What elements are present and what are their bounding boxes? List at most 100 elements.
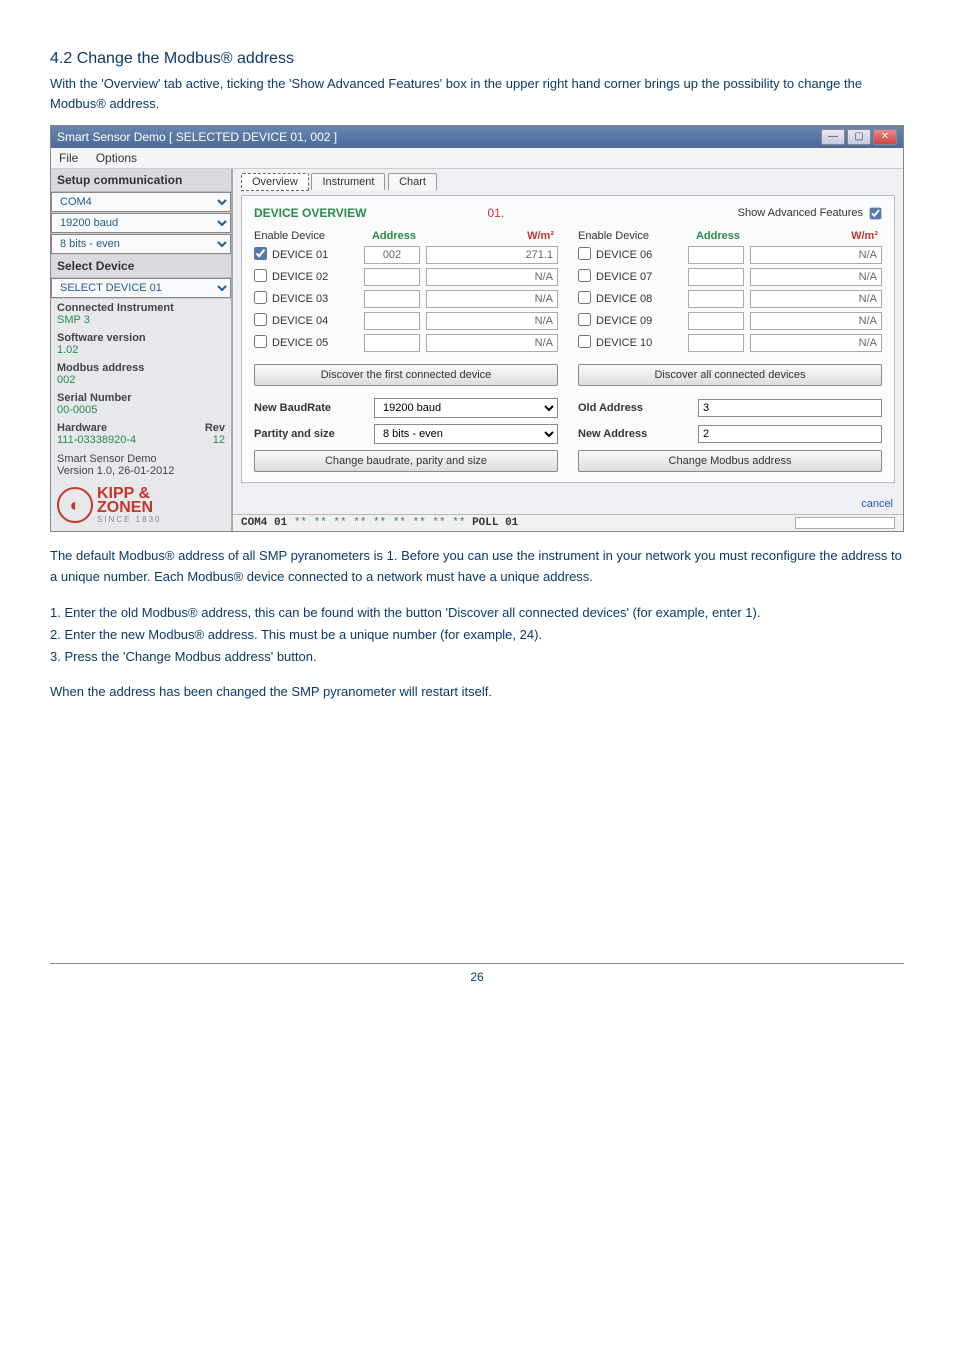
device-address-field[interactable] [364,312,420,330]
tab-overview[interactable]: Overview [241,173,309,191]
maximize-icon[interactable]: ▢ [847,129,871,145]
menubar: File Options [51,148,903,169]
tab-instrument[interactable]: Instrument [311,173,385,190]
device-address-field[interactable] [688,290,744,308]
device-value-field: N/A [750,268,882,286]
device-row: DEVICE 10N/A [578,334,882,352]
device-row: DEVICE 01002271.1 [254,246,558,264]
device-address-field[interactable] [688,334,744,352]
device-address-field[interactable] [364,268,420,286]
minimize-icon[interactable]: — [821,129,845,145]
device-enable-checkbox[interactable] [578,269,591,282]
setup-communication-header: Setup communication [51,169,231,192]
device-enable-checkbox[interactable] [578,313,591,326]
device-name: DEVICE 05 [272,337,364,349]
discover-first-button[interactable]: Discover the first connected device [254,364,558,386]
rev-value: 12 [213,434,225,446]
section-heading: 4.2 Change the Modbus® address [50,50,904,68]
intro-text: With the 'Overview' tab active, ticking … [50,74,904,113]
menu-file[interactable]: File [59,151,78,165]
device-address-field[interactable] [688,312,744,330]
change-modbus-button[interactable]: Change Modbus address [578,450,882,472]
discover-all-button[interactable]: Discover all connected devices [578,364,882,386]
baud-select[interactable]: 19200 baud [51,213,231,233]
device-enable-checkbox[interactable] [578,335,591,348]
page-footer: 26 [50,963,904,984]
partity-label: Partity and size [254,428,374,440]
logo-line2: ZONEN [97,501,161,515]
titlebar: Smart Sensor Demo [ SELECTED DEVICE 01, … [51,126,903,148]
device-address-field[interactable]: 002 [364,246,420,264]
old-address-label: Old Address [578,402,698,414]
device-name: DEVICE 06 [596,249,688,261]
device-row: DEVICE 07 N/A [578,268,882,286]
device-row: DEVICE 03N/A [254,290,558,308]
device-name: DEVICE 07 [596,271,688,283]
device-enable-checkbox[interactable] [254,313,267,326]
modbus-address-value: 002 [51,374,231,389]
parity-select[interactable]: 8 bits - even [51,234,231,254]
device-enable-checkbox[interactable] [254,291,267,304]
tab-chart[interactable]: Chart [388,173,437,190]
device-col-left: Enable Device Address W/m² DEVICE 010022… [254,230,558,356]
device-row: DEVICE 02N/A [254,268,558,286]
brand-logo: ◐ KIPP & ZONEN SINCE 1830 [51,481,231,529]
enable-device-header-r: Enable Device [578,230,688,242]
progress-bar [795,517,895,529]
paragraph-restart: When the address has been changed the SM… [50,682,904,703]
modbus-address-label: Modbus address [51,359,231,374]
device-value-field: N/A [426,334,558,352]
status-dots: ** ** ** ** ** ** ** ** ** [294,517,466,529]
wm2-header-r: W/m² [748,230,882,242]
cancel-link[interactable]: cancel [861,498,893,510]
device-col-right: Enable Device Address W/m² DEVICE 06N/AD… [578,230,882,356]
device-value-field: N/A [750,246,882,264]
device-enable-checkbox[interactable] [578,247,591,260]
device-address-field[interactable] [364,290,420,308]
device-address-field[interactable] [364,334,420,352]
statusbar: COM4 01 ** ** ** ** ** ** ** ** ** POLL … [233,514,903,531]
paragraph-default-address: The default Modbus® address of all SMP p… [50,546,904,588]
device-address-field[interactable] [688,246,744,264]
device-enable-checkbox[interactable] [578,291,591,304]
old-address-input[interactable] [698,399,882,417]
device-name: DEVICE 08 [596,293,688,305]
device-address-field[interactable] [688,268,744,286]
device-value-field: N/A [426,312,558,330]
status-poll: POLL 01 [472,517,518,529]
show-advanced-checkbox[interactable] [870,207,882,219]
device-row: DEVICE 04N/A [254,312,558,330]
step-3: 3. Press the 'Change Modbus address' but… [50,646,904,668]
change-baud-button[interactable]: Change baudrate, parity and size [254,450,558,472]
page-number: 26 [470,970,483,984]
logo-line3: SINCE 1830 [97,516,161,523]
main-panel: Overview Instrument Chart DEVICE OVERVIE… [233,169,903,531]
sun-logo-icon: ◐ [57,487,93,523]
wm2-header: W/m² [424,230,558,242]
demo-name: Smart Sensor Demo [57,453,225,465]
device-select[interactable]: SELECT DEVICE 01 [51,278,231,298]
menu-options[interactable]: Options [96,151,137,165]
device-enable-checkbox[interactable] [254,335,267,348]
demo-version: Version 1.0, 26-01-2012 [57,465,225,477]
device-enable-checkbox[interactable] [254,247,267,260]
step-1: 1. Enter the old Modbus® address, this c… [50,602,904,624]
device-name: DEVICE 09 [596,315,688,327]
com-port-select[interactable]: COM4 [51,192,231,212]
device-value-field: N/A [426,268,558,286]
device-value-field: N/A [426,290,558,308]
hardware-value: 111-03338920-4 [57,434,136,446]
device-overview-title: DEVICE OVERVIEW [254,206,456,220]
close-icon[interactable]: ✕ [873,129,897,145]
device-number: 01. [456,206,536,220]
new-address-label: New Address [578,428,698,440]
partity-select[interactable]: 8 bits - even [374,424,558,444]
device-enable-checkbox[interactable] [254,269,267,282]
connected-instrument-label: Connected Instrument [51,299,231,314]
serial-number-value: 00-0005 [51,404,231,419]
new-baud-label: New BaudRate [254,402,374,414]
software-version-label: Software version [51,329,231,344]
new-baud-select[interactable]: 19200 baud [374,398,558,418]
new-address-input[interactable] [698,425,882,443]
address-header-r: Address [688,230,748,242]
